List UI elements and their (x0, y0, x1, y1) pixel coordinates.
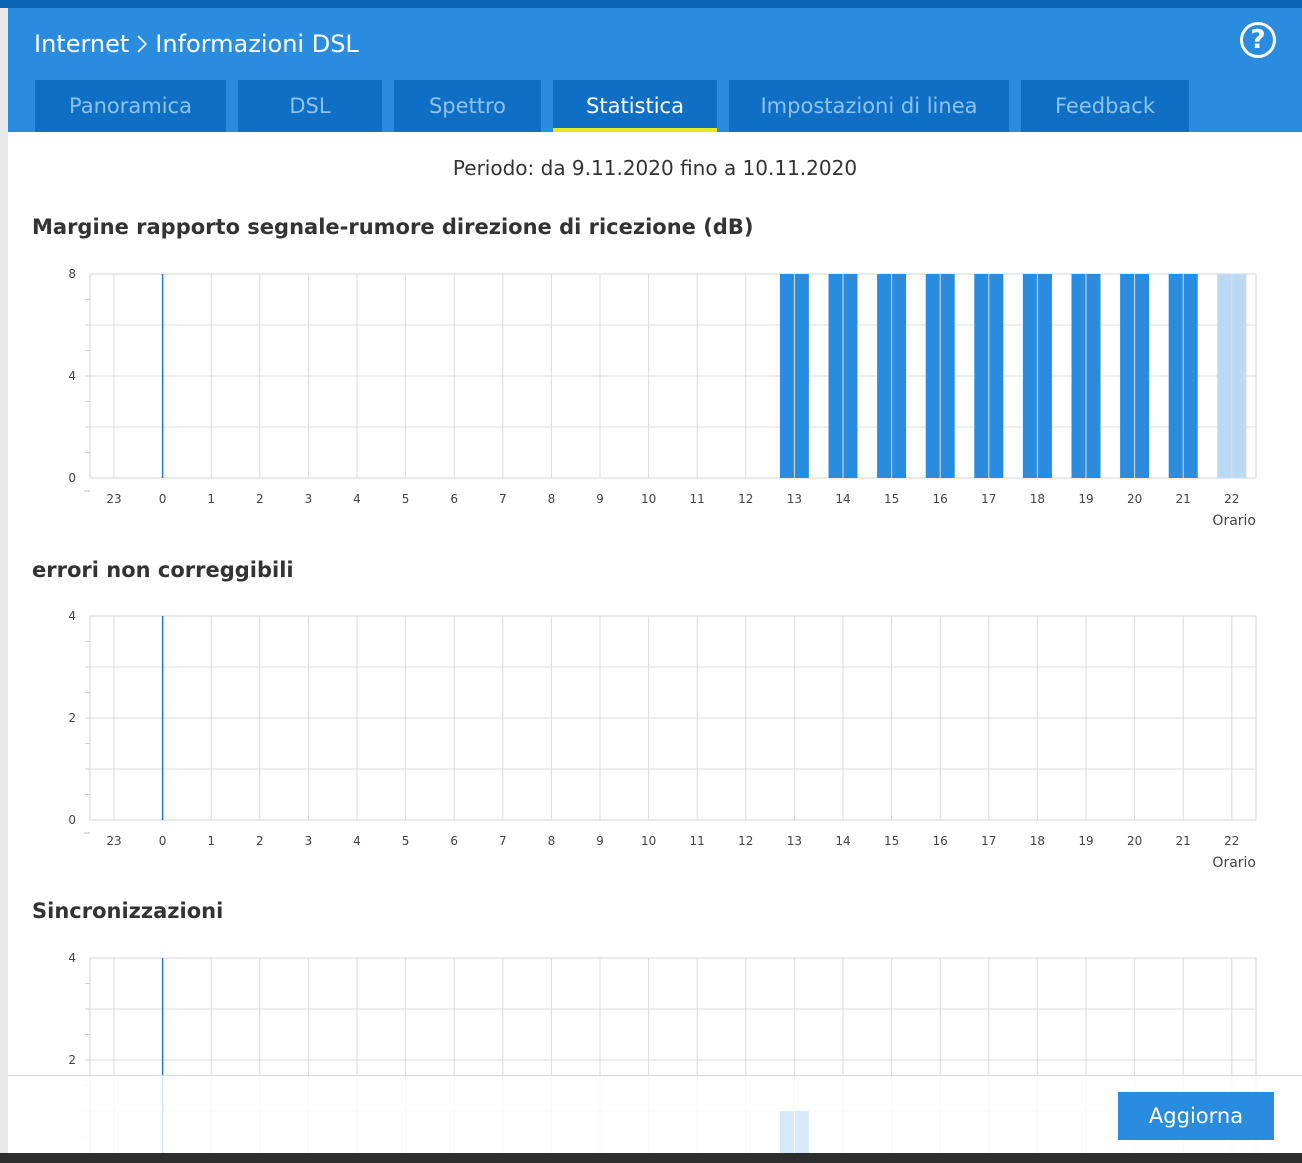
x-tick-label: 12 (738, 834, 753, 848)
header: Internet Informazioni DSL ? Panoramica D… (8, 8, 1302, 132)
tab-label: Spettro (428, 94, 507, 118)
x-tick-label: 7 (499, 834, 507, 848)
breadcrumb-parent[interactable]: Internet (34, 30, 129, 58)
x-tick-label: 18 (1030, 834, 1045, 848)
x-tick-label: 17 (981, 834, 996, 848)
tab-label: Panoramica (69, 94, 192, 118)
x-tick-label: 10 (641, 492, 656, 506)
x-tick-label: 20 (1127, 834, 1142, 848)
x-tick-label: 2 (256, 492, 264, 506)
x-tick-label: 5 (402, 834, 410, 848)
breadcrumb-current: Informazioni DSL (155, 30, 359, 58)
x-tick-label: 15 (884, 492, 899, 506)
x-tick-label: 7 (499, 492, 507, 506)
x-axis-label: Orario (1212, 855, 1256, 870)
x-tick-label: 14 (835, 492, 850, 506)
x-tick-label: 9 (596, 492, 604, 506)
y-tick-label: 0 (68, 471, 76, 485)
tab-label: Feedback (1054, 94, 1155, 118)
tab-impostazioni-di-linea[interactable]: Impostazioni di linea (729, 80, 1009, 132)
x-tick-label: 22 (1224, 834, 1239, 848)
x-tick-label: 12 (738, 492, 753, 506)
chart-title-snr: Margine rapporto segnale-rumore direzion… (32, 215, 754, 239)
x-tick-label: 19 (1078, 834, 1093, 848)
tab-label: Impostazioni di linea (760, 94, 978, 118)
x-tick-label: 0 (159, 834, 167, 848)
update-button[interactable]: Aggiorna (1118, 1092, 1274, 1140)
x-tick-label: 15 (884, 834, 899, 848)
x-tick-label: 4 (353, 834, 361, 848)
y-tick-label: 8 (68, 267, 76, 281)
footer-bar: Aggiorna (8, 1075, 1302, 1153)
x-tick-label: 23 (106, 492, 121, 506)
tab-label: Statistica (586, 94, 684, 118)
uncorrectable-errors-chart: 23 0 1 2 3 4 5 6 7 8 9 10 11 12 13 14 15 16 17 18 19 20 21 2202… (68, 609, 1257, 870)
x-tick-label: 22 (1224, 492, 1239, 506)
chart-title-syncs: Sincronizzazioni (32, 899, 224, 923)
main-window: Internet Informazioni DSL ? Panoramica D… (8, 8, 1302, 1153)
x-tick-label: 8 (548, 834, 556, 848)
y-tick-label: 2 (68, 711, 76, 725)
x-tick-label: 16 (933, 834, 948, 848)
top-edge-bar (0, 0, 1302, 8)
x-tick-label: 2 (256, 834, 264, 848)
x-tick-label: 18 (1030, 492, 1045, 506)
x-tick-label: 20 (1127, 492, 1142, 506)
x-tick-label: 8 (548, 492, 556, 506)
x-tick-label: 17 (981, 492, 996, 506)
tab-dsl[interactable]: DSL (238, 80, 382, 132)
x-tick-label: 3 (305, 834, 313, 848)
x-tick-label: 16 (933, 492, 948, 506)
x-tick-label: 6 (450, 492, 458, 506)
tab-panoramica[interactable]: Panoramica (35, 80, 226, 132)
bottom-strip (0, 1153, 1302, 1163)
x-tick-label: 10 (641, 834, 656, 848)
x-tick-label: 5 (402, 492, 410, 506)
help-icon[interactable]: ? (1240, 22, 1276, 58)
y-tick-label: 4 (68, 609, 76, 623)
x-tick-label: 11 (690, 492, 705, 506)
x-tick-label: 0 (159, 492, 167, 506)
x-tick-label: 9 (596, 834, 604, 848)
x-tick-label: 13 (787, 834, 802, 848)
x-tick-label: 1 (207, 834, 215, 848)
x-tick-label: 23 (106, 834, 121, 848)
tab-statistica[interactable]: Statistica (553, 80, 717, 132)
y-tick-label: 4 (68, 951, 76, 965)
tab-label: DSL (289, 94, 331, 118)
snr-margin-chart: 23 0 1 2 3 4 5 6 7 8 9 10 11 12 13 14 15 16 17 18 19 20 21 2204… (68, 267, 1257, 528)
y-tick-label: 0 (68, 813, 76, 827)
x-tick-label: 21 (1176, 834, 1191, 848)
x-tick-label: 14 (835, 834, 850, 848)
chart-title-errors: errori non correggibili (32, 558, 294, 582)
period-label: Periodo: da 9.11.2020 fino a 10.11.2020 (452, 156, 858, 180)
x-axis-label: Orario (1212, 513, 1256, 528)
y-tick-label: 4 (68, 369, 76, 383)
tab-spettro[interactable]: Spettro (394, 80, 541, 132)
x-tick-label: 21 (1176, 492, 1191, 506)
x-tick-label: 11 (690, 834, 705, 848)
x-tick-label: 3 (305, 492, 313, 506)
x-tick-label: 4 (353, 492, 361, 506)
tab-feedback[interactable]: Feedback (1021, 80, 1189, 132)
breadcrumb: Internet Informazioni DSL (34, 30, 359, 58)
x-tick-label: 6 (450, 834, 458, 848)
chevron-right-icon (137, 34, 148, 54)
x-tick-label: 13 (787, 492, 802, 506)
x-tick-label: 19 (1078, 492, 1093, 506)
x-tick-label: 1 (207, 492, 215, 506)
y-tick-label: 2 (68, 1053, 76, 1067)
